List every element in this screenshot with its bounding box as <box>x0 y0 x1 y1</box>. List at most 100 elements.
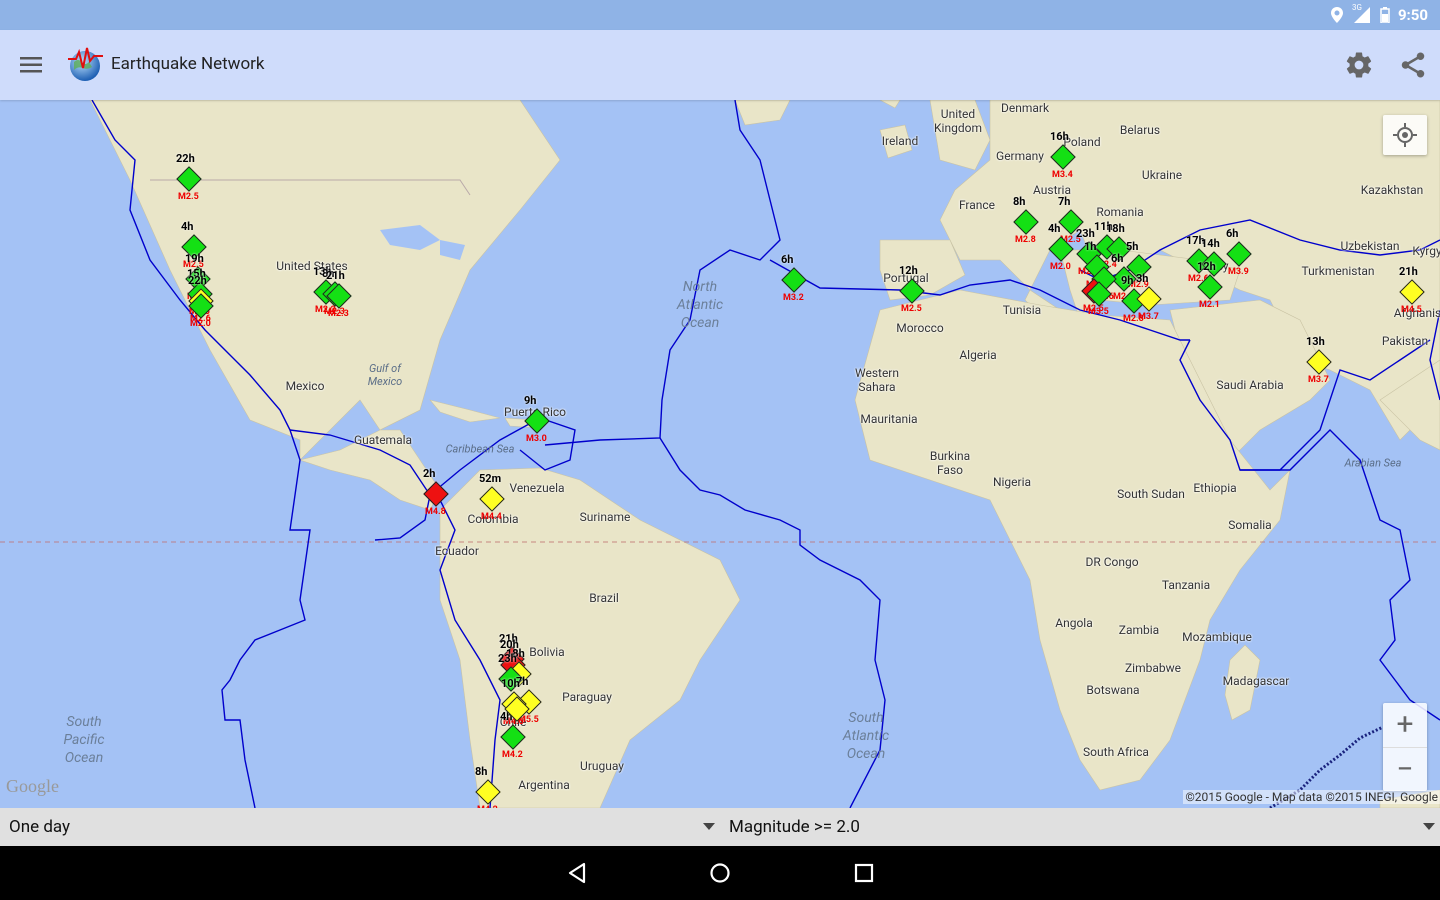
map-label: DR Congo <box>1085 555 1139 569</box>
map-label: France <box>958 198 996 212</box>
network-label: 3G <box>1351 3 1362 12</box>
quake-age-label: 4h <box>1048 222 1061 235</box>
quake-magnitude-label: M2.0 <box>190 319 211 329</box>
my-location-button[interactable] <box>1383 115 1427 155</box>
google-logo: Google <box>6 776 59 796</box>
map-label: Pakistan <box>1381 334 1429 348</box>
map-label: Kyrgy <box>1412 244 1440 258</box>
map-label: Tanzania <box>1161 578 1211 592</box>
app-bar: Earthquake Network <box>0 30 1440 100</box>
map-base <box>0 100 1440 808</box>
share-icon[interactable] <box>1398 50 1428 80</box>
map-label: Angola <box>1055 616 1093 630</box>
map-label: Ethiopia <box>1193 481 1237 495</box>
quake-age-label: 21h <box>326 269 345 282</box>
map-label: Mauritania <box>860 412 918 426</box>
quake-age-label: 6h <box>1226 227 1239 240</box>
quake-age-label: 13h <box>1306 335 1325 348</box>
map-label: Denmark <box>1000 101 1050 115</box>
time-filter-arrow-icon[interactable] <box>703 823 715 830</box>
map-label: Morocco <box>896 321 944 335</box>
world-map[interactable]: United States Mexico Gulf of Mexico Guatema… <box>0 100 1440 808</box>
map-label: Burkina Faso <box>929 449 971 477</box>
zoom-in-button[interactable]: + <box>1383 703 1427 748</box>
map-label: Botswana <box>1086 683 1140 697</box>
quake-age-label: 4h <box>181 220 194 233</box>
map-label: Caribbean Sea <box>445 442 515 456</box>
system-nav-bar <box>0 846 1440 900</box>
map-label: Nigeria <box>992 475 1032 489</box>
quake-age-label: 6h <box>1111 252 1124 265</box>
map-label: Saudi Arabia <box>1216 378 1284 392</box>
magnitude-filter-arrow-icon[interactable] <box>1423 823 1435 830</box>
zoom-out-button[interactable]: − <box>1383 748 1427 792</box>
quake-age-label: 12h <box>1197 260 1216 273</box>
home-icon[interactable] <box>707 860 733 886</box>
quake-age-label: 8h <box>475 765 488 778</box>
map-label: United Kingdom <box>934 107 982 135</box>
quake-age-label: 22h <box>176 152 195 165</box>
menu-icon[interactable] <box>14 50 48 80</box>
quake-age-label: 52m <box>479 472 502 485</box>
map-label: Ecuador <box>435 544 479 558</box>
recents-icon[interactable] <box>851 860 877 886</box>
map-label: South Pacific Ocean <box>63 714 105 766</box>
back-icon[interactable] <box>564 860 590 886</box>
map-label: Paraguay <box>562 690 612 704</box>
quake-magnitude-label: M2.5 <box>901 304 922 314</box>
quake-magnitude-label: M3.4 <box>1052 170 1073 180</box>
quake-age-label: 12h <box>899 264 918 277</box>
map-label: Gulf of Mexico <box>367 362 403 388</box>
map-label: Somalia <box>1228 518 1272 532</box>
filter-bar: One day Magnitude >= 2.0 <box>0 808 1440 846</box>
quake-age-label: 3h <box>1136 272 1149 285</box>
map-attribution[interactable]: ©2015 Google - Map data ©2015 INEGI, Goo… <box>1183 790 1440 804</box>
quake-magnitude-label: M2.8 <box>1015 235 1036 245</box>
quake-age-label: 9h <box>524 394 537 407</box>
quake-magnitude-label: M4.2 <box>502 750 523 760</box>
quake-magnitude-label: M2.3 <box>328 309 349 319</box>
map-label: North Atlantic Ocean <box>676 279 724 331</box>
earth-logo-icon <box>68 47 103 81</box>
location-icon <box>1330 7 1343 23</box>
gear-icon[interactable] <box>1344 50 1374 80</box>
quake-age-label: 9h <box>1121 274 1134 287</box>
battery-icon <box>1380 7 1390 23</box>
map-label: Bolivia <box>529 645 565 659</box>
map-label: Algeria <box>959 348 997 362</box>
quake-age-label: 8h <box>1013 195 1026 208</box>
quake-age-label: 6h <box>781 253 794 266</box>
map-label: Tunisia <box>1002 303 1042 317</box>
map-label: Kazakhstan <box>1360 183 1424 197</box>
quake-magnitude-label: M3.7 <box>1308 375 1329 385</box>
quake-age-label: 22h <box>188 274 207 287</box>
map-label: Guatemala <box>353 433 413 447</box>
map-label: Uruguay <box>580 759 624 773</box>
quake-magnitude-label: M3.7 <box>1138 312 1159 322</box>
quake-age-label: 23h <box>498 652 517 665</box>
status-bar: 3G 9:50 <box>0 0 1440 30</box>
quake-age-label: 2h <box>423 467 436 480</box>
map-label: Brazil <box>589 591 619 605</box>
quake-age-label: 18h <box>1106 222 1125 235</box>
quake-magnitude-label: M4.5 <box>1401 305 1422 315</box>
quake-age-label: 1h <box>1084 240 1097 253</box>
quake-age-label: 21h <box>1399 265 1418 278</box>
clock: 9:50 <box>1397 6 1428 24</box>
quake-magnitude-label: M2.5 <box>178 192 199 202</box>
map-label: Mozambique <box>1182 630 1252 644</box>
map-label: Uzbekistan <box>1340 239 1400 253</box>
status-icons: 3G 9:50 <box>1330 0 1428 30</box>
signal-icon: 3G <box>1352 3 1372 23</box>
quake-magnitude-label: M4.4 <box>481 512 502 522</box>
quake-magnitude-label: M2.0 <box>1050 262 1071 272</box>
quake-magnitude-label: M3.0 <box>526 434 547 444</box>
my-location-icon <box>1393 123 1417 147</box>
quake-magnitude-label: M2.1 <box>1199 300 1220 310</box>
map-label: Ireland <box>881 134 919 148</box>
map-label: Germany <box>996 149 1044 163</box>
magnitude-filter-dropdown[interactable]: Magnitude >= 2.0 <box>729 808 860 846</box>
map-label: South Africa <box>1083 745 1149 759</box>
time-filter-dropdown[interactable]: One day <box>9 808 70 846</box>
quake-magnitude-label: M3.5 <box>1088 307 1109 317</box>
